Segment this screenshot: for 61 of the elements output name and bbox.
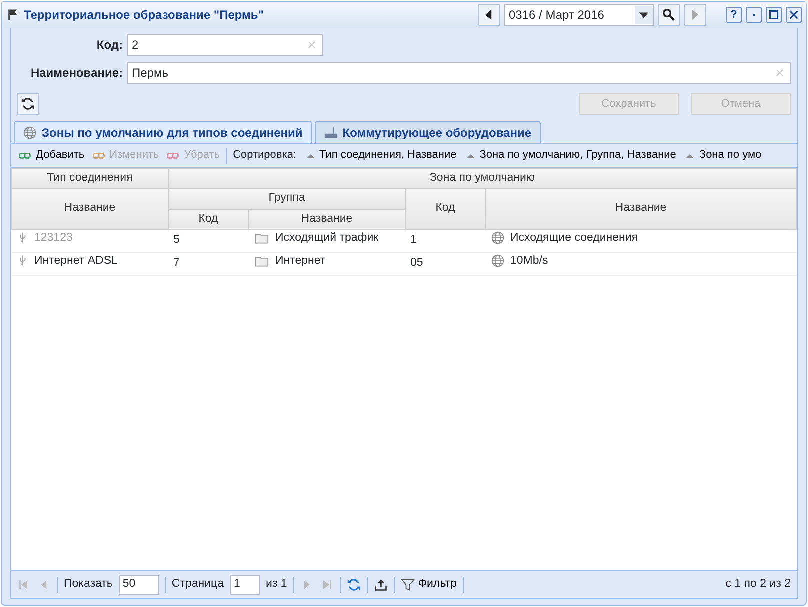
search-button[interactable]	[658, 4, 680, 26]
maximize-button[interactable]	[766, 7, 782, 23]
table-cell-text: 7	[174, 256, 180, 271]
column-header: Тип соединения	[12, 168, 168, 189]
add-button[interactable]: Добавить	[17, 147, 85, 164]
close-button[interactable]	[786, 7, 802, 23]
column-header[interactable]: Название	[486, 188, 796, 230]
sort-label: Сортировка:	[233, 148, 296, 164]
router-icon	[324, 126, 338, 140]
sort-button[interactable]: Зона по умолчанию, Группа, Название	[464, 147, 676, 164]
export-icon	[374, 578, 388, 592]
globe-icon	[23, 126, 37, 140]
table-cell: 123123	[16, 230, 73, 247]
refresh-icon	[21, 97, 35, 111]
search-icon	[662, 8, 676, 22]
export-button[interactable]	[374, 578, 388, 592]
column-header[interactable]: Название	[12, 188, 168, 230]
window-title: Территориальное образование "Пермь"	[24, 7, 264, 24]
column-header[interactable]: Код	[406, 188, 486, 230]
column-header[interactable]: Название	[248, 209, 406, 230]
filter-button[interactable]: Фильтр	[401, 576, 457, 594]
record-summary: с 1 по 2 из 2	[726, 576, 791, 592]
field-label: Наименование:	[30, 65, 124, 82]
close-icon	[788, 9, 800, 21]
previous-period-button[interactable]	[478, 4, 500, 26]
page-label: Страница	[172, 576, 224, 592]
refresh-icon	[347, 578, 362, 592]
refresh-button[interactable]	[17, 93, 39, 115]
page-size-field[interactable]: 50	[118, 574, 159, 594]
maximize-icon	[768, 9, 780, 21]
sort-button[interactable]: Тип соединения, Название	[304, 147, 457, 164]
table-cell-text: 5	[174, 233, 180, 248]
period-dropdown[interactable]: 0316 / Март 2016	[504, 4, 654, 26]
table-cell: 10Mb/s	[490, 252, 548, 270]
table-cell-text: 05	[410, 256, 424, 271]
column-header: Группа	[168, 188, 406, 209]
table-cell: Интернет	[254, 252, 326, 270]
page-number-field[interactable]: 1	[230, 574, 260, 594]
globe-icon	[490, 231, 504, 246]
flag-icon	[6, 8, 20, 22]
page-count-label: из 1	[266, 576, 288, 592]
table-cell: Интернет ADSL	[16, 252, 118, 270]
tab[interactable]: Коммутирующее оборудование	[314, 121, 541, 143]
column-header: Зона по умолчанию	[168, 168, 796, 189]
table-cell: Исходящий трафик	[254, 230, 379, 247]
column-header[interactable]: Код	[168, 209, 248, 230]
clear-icon	[774, 67, 786, 79]
clear-icon	[306, 39, 318, 51]
caret-icon	[635, 5, 653, 25]
sort-button[interactable]: Зона по умо	[684, 147, 762, 164]
code-field[interactable]: 2	[127, 34, 323, 56]
name-field[interactable]: Пермь	[127, 62, 791, 84]
table-cell-text: 1	[410, 233, 417, 248]
tab[interactable]: Зоны по умолчанию для типов соединений	[14, 121, 312, 143]
globe-icon	[490, 254, 504, 268]
table-cell: Исходящие соединения	[490, 230, 638, 247]
field-label: Код:	[96, 37, 124, 54]
page-size-label: Показать	[64, 576, 113, 592]
help-button[interactable]: ?	[726, 7, 742, 23]
filter-icon	[401, 578, 416, 592]
folder-icon	[254, 254, 270, 268]
